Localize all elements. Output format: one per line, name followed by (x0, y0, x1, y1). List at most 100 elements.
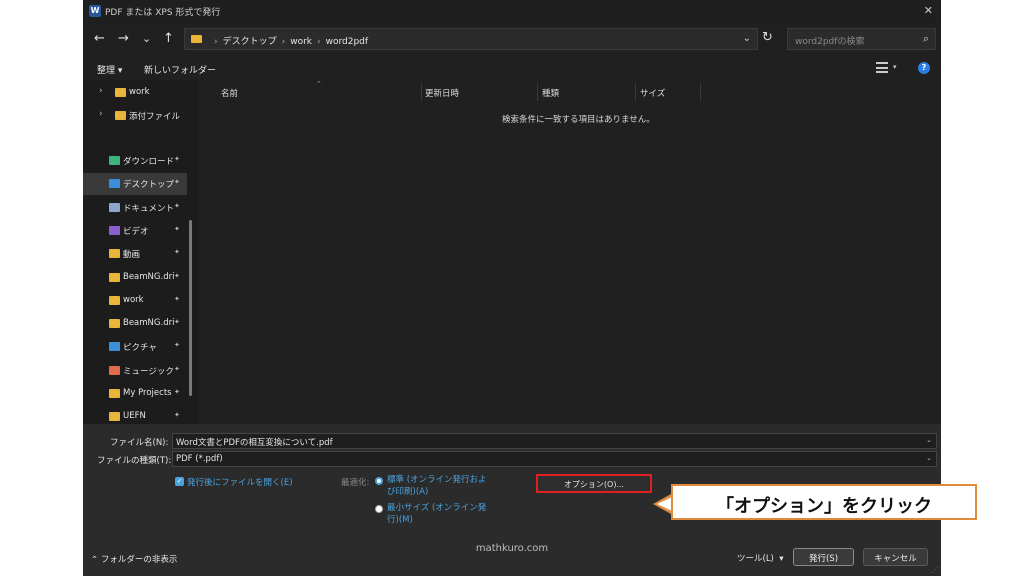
minimum-size-radio[interactable] (375, 505, 383, 513)
organize-button[interactable]: 整理 ▾ (97, 63, 122, 76)
column-name[interactable]: 名前 (221, 87, 238, 99)
empty-message: 検索条件に一致する項目はありません。 (502, 115, 655, 125)
search-box[interactable]: word2pdfの検索 ⌕ (787, 28, 936, 50)
filename-value[interactable]: Word文書とPDFの相互変換について.pdf (176, 436, 333, 448)
sidebar-item-quick-access[interactable]: ドキュメント ✦ (83, 197, 187, 219)
column-divider[interactable] (700, 83, 701, 101)
pin-icon[interactable]: ✦ (174, 318, 180, 326)
sidebar-item-label: work (129, 87, 150, 97)
desktop-icon (109, 179, 120, 189)
expand-icon[interactable]: › (99, 109, 103, 119)
column-divider[interactable] (635, 83, 636, 101)
sidebar-item-label: UEFN (123, 411, 146, 422)
filetype-value[interactable]: PDF (*.pdf) (176, 454, 223, 464)
column-type[interactable]: 種類 (542, 87, 559, 99)
sidebar-item-quick-access[interactable]: work ✦ (83, 290, 187, 312)
search-icon[interactable]: ⌕ (923, 32, 929, 46)
pin-icon[interactable]: ✦ (174, 178, 180, 186)
sidebar-item-quick-access[interactable]: BeamNG.driv ✦ (83, 267, 187, 289)
view-options-icon[interactable] (876, 62, 888, 73)
standard-radio[interactable] (375, 477, 383, 485)
breadcrumb: › デスクトップ › work › word2pdf (214, 37, 369, 47)
back-icon[interactable]: ← (94, 32, 105, 46)
column-divider[interactable] (537, 83, 538, 101)
breadcrumb-word2pdf[interactable]: word2pdf (326, 37, 368, 47)
pin-icon[interactable]: ✦ (174, 411, 180, 419)
callout-text: 「オプション」をクリック (716, 496, 932, 517)
pin-icon[interactable]: ✦ (174, 155, 180, 163)
help-icon[interactable]: ? (918, 62, 930, 74)
sidebar-item-quick-access[interactable]: デスクトップ ✦ (83, 173, 187, 196)
title-bar: W PDF または XPS 形式で発行 ✕ (83, 0, 941, 24)
pin-icon[interactable]: ✦ (174, 248, 180, 256)
open-after-publish-checkbox[interactable]: ✓ (175, 477, 184, 486)
sidebar-item-quick-access[interactable]: ミュージック ✦ (83, 360, 187, 382)
sidebar-item-attachments[interactable]: › 添付ファイル (83, 105, 187, 127)
sidebar-item-work-tree[interactable]: › work (83, 82, 187, 104)
breadcrumb-desktop[interactable]: デスクトップ (223, 37, 277, 47)
options-button-label: オプション(O)... (563, 480, 625, 489)
chevron-down-icon[interactable]: ⌄ (926, 436, 932, 444)
video-icon (109, 225, 120, 235)
address-bar[interactable]: › デスクトップ › work › word2pdf ⌄ (184, 28, 758, 50)
sidebar-item-quick-access[interactable]: BeamNG.driv ✦ (83, 313, 187, 335)
filename-field[interactable]: Word文書とPDFの相互変換について.pdf ⌄ (172, 433, 937, 449)
minimum-label-line1: 最小サイズ (オンライン発 (387, 503, 487, 513)
forward-icon[interactable]: → (118, 32, 129, 46)
filetype-select[interactable]: PDF (*.pdf) ⌄ (172, 451, 937, 467)
sidebar-item-quick-access[interactable]: 動画 ✦ (83, 243, 187, 265)
window-title: PDF または XPS 形式で発行 (105, 8, 221, 18)
document-icon (109, 202, 120, 212)
scrollbar-thumb[interactable] (189, 220, 192, 396)
sidebar-item-label: ビデオ (123, 226, 149, 237)
sidebar-item-quick-access[interactable]: ピクチャ ✦ (83, 336, 187, 358)
standard-label-line1: 標準 (オンライン発行およ (387, 475, 487, 485)
chevron-down-icon[interactable]: ⌄ (926, 454, 932, 462)
sidebar-item-quick-access[interactable]: ダウンロード ✦ (83, 150, 187, 172)
pin-icon[interactable]: ✦ (174, 365, 180, 373)
chevron-down-icon[interactable]: ⌄ (743, 33, 751, 44)
minimum-label-line2: 行)(M) (387, 515, 413, 525)
chevron-down-icon[interactable]: ▾ (893, 63, 897, 71)
sidebar-item-label: ミュージック (123, 366, 174, 377)
hide-folders-label: フォルダーの非表示 (100, 555, 178, 565)
sidebar-item-label: ダウンロード (123, 157, 175, 167)
column-modified[interactable]: 更新日時 (425, 87, 459, 99)
pin-icon[interactable]: ✦ (174, 202, 180, 210)
folder-icon (115, 111, 126, 120)
hide-folders-toggle[interactable]: ⌃ フォルダーの非表示 (91, 553, 177, 565)
watermark: mathkuro.com (475, 543, 549, 554)
pictures-icon (109, 342, 120, 352)
open-after-publish-label[interactable]: 発行後にファイルを開く(E) (187, 476, 293, 488)
up-icon[interactable]: ↑ (163, 32, 174, 46)
folder-icon (191, 35, 202, 43)
pin-icon[interactable]: ✦ (174, 295, 180, 303)
search-input[interactable]: word2pdfの検索 (795, 34, 864, 47)
sidebar-item-label: ドキュメント (123, 203, 175, 214)
word-app-icon: W (89, 5, 101, 17)
file-list: ⌃ 名前 更新日時 種類 サイズ 検索条件に一致する項目はありません。 (199, 80, 941, 424)
sidebar-item-quick-access[interactable]: ビデオ ✦ (83, 220, 187, 242)
pin-icon[interactable]: ✦ (174, 225, 180, 233)
sidebar-item-label: My Projects (123, 388, 172, 398)
expand-icon[interactable]: › (99, 86, 103, 96)
pin-icon[interactable]: ✦ (174, 388, 180, 396)
refresh-icon[interactable]: ↻ (762, 30, 773, 45)
resize-grip-icon[interactable]: ⋰ (931, 565, 939, 574)
column-divider[interactable] (421, 83, 422, 101)
minimum-size-label[interactable]: 最小サイズ (オンライン発 行)(M) (387, 502, 486, 526)
new-folder-button[interactable]: 新しいフォルダー (144, 63, 216, 76)
sidebar-item-label: work (123, 294, 144, 305)
sort-caret-icon: ⌃ (316, 80, 322, 88)
filetype-label: ファイルの種類(T): (97, 456, 172, 466)
folder-icon (109, 249, 120, 259)
options-button[interactable]: オプション(O)... (536, 474, 652, 493)
breadcrumb-work[interactable]: work (290, 37, 312, 47)
standard-label[interactable]: 標準 (オンライン発行およ び印刷)(A) (387, 474, 487, 498)
pin-icon[interactable]: ✦ (174, 272, 180, 280)
sidebar-item-quick-access[interactable]: My Projects ✦ (83, 383, 187, 405)
close-icon[interactable]: ✕ (924, 4, 933, 17)
pin-icon[interactable]: ✦ (174, 341, 180, 349)
column-size[interactable]: サイズ (640, 87, 665, 99)
history-chevron-icon[interactable]: ⌄ (142, 32, 151, 46)
